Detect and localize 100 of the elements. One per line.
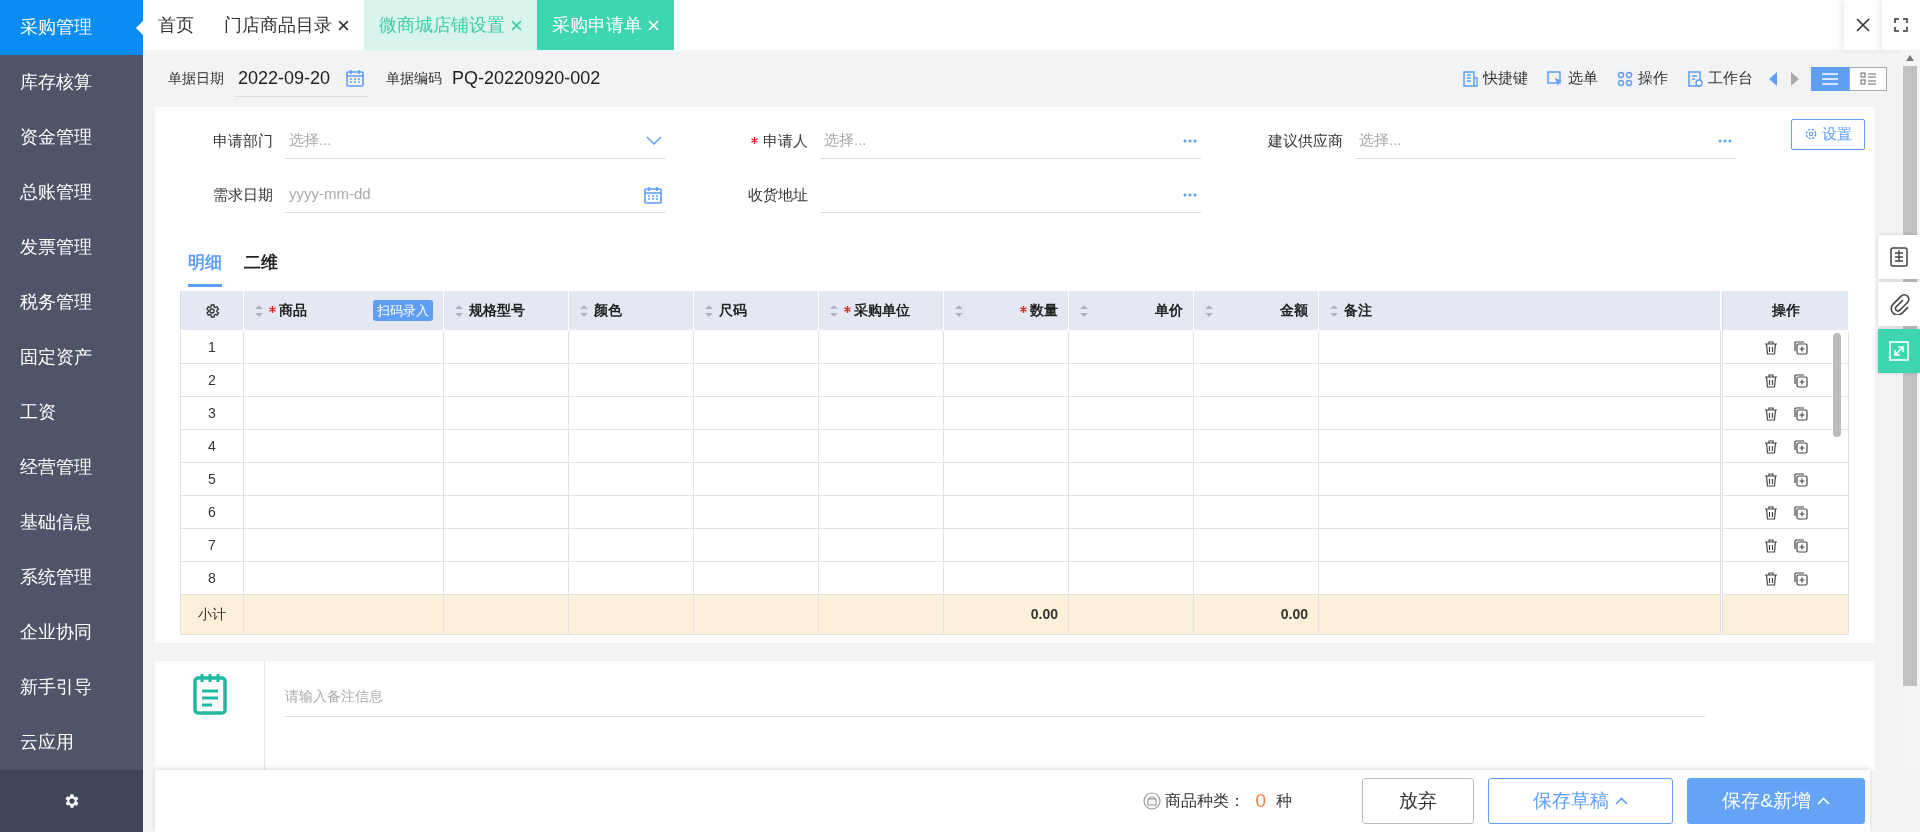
field-label: 申请人: [763, 131, 808, 149]
scrollbar-thumb[interactable]: [1833, 333, 1841, 437]
row-number: 4: [180, 429, 244, 463]
sidebar-item[interactable]: 云应用: [0, 715, 143, 770]
column-header: 尺码: [719, 302, 747, 318]
column-header: 颜色: [594, 302, 622, 318]
copy-icon[interactable]: [1792, 537, 1809, 554]
sidebar-item[interactable]: 企业协同: [0, 605, 143, 660]
chevron-down-icon[interactable]: [646, 135, 662, 146]
copy-icon[interactable]: [1792, 405, 1809, 422]
field-label: 单据编码: [386, 69, 443, 88]
delete-icon[interactable]: [1762, 537, 1779, 554]
toolbar-button[interactable]: 选单: [1542, 67, 1602, 90]
next-icon[interactable]: [1789, 70, 1801, 87]
field-label: 收货地址: [748, 185, 808, 203]
sidebar-item[interactable]: 工资: [0, 385, 143, 440]
fullscreen-icon: [1894, 18, 1908, 32]
close-icon: [1856, 18, 1870, 32]
close-icon[interactable]: [338, 19, 349, 31]
column-header: 规格型号: [469, 302, 525, 318]
list-icon: [1822, 72, 1838, 85]
count-value: 0: [1255, 788, 1266, 813]
copy-icon[interactable]: [1792, 504, 1809, 521]
document-icon: [1686, 69, 1704, 88]
paperclip-icon: [1888, 293, 1910, 315]
column-header: 金额: [1280, 302, 1308, 318]
column-header: 商品: [279, 301, 307, 318]
previous-icon[interactable]: [1767, 70, 1779, 87]
more-icon[interactable]: [1718, 138, 1732, 143]
copy-icon[interactable]: [1792, 570, 1809, 587]
column-header: 采购单位: [854, 302, 910, 318]
row-number: 1: [180, 330, 244, 364]
sidebar-item[interactable]: 经营管理: [0, 440, 143, 495]
row-number: 7: [180, 528, 244, 562]
column-header: 操作: [1722, 290, 1849, 331]
row-number: 5: [180, 462, 244, 496]
grid-icon: [1616, 69, 1634, 88]
fullscreen-button[interactable]: [1882, 0, 1920, 50]
delete-icon[interactable]: [1762, 570, 1779, 587]
sidebar-item[interactable]: 系统管理: [0, 550, 143, 605]
sidebar-item[interactable]: 库存核算: [0, 55, 143, 110]
field-label: 需求日期: [213, 185, 273, 203]
row-number: 6: [180, 495, 244, 529]
sidebar-item[interactable]: 新手引导: [0, 660, 143, 715]
discard-button[interactable]: 放弃: [1362, 778, 1474, 824]
notepad-icon: [1888, 246, 1910, 268]
delete-icon[interactable]: [1762, 471, 1779, 488]
settings-icon[interactable]: [204, 303, 220, 320]
close-button[interactable]: [1844, 0, 1882, 50]
delete-icon[interactable]: [1762, 339, 1779, 356]
row-number: 8: [180, 561, 244, 595]
list-view-button[interactable]: [1811, 66, 1849, 91]
paperclip-button[interactable]: [1878, 282, 1920, 326]
field-label: 建议供应商: [1268, 131, 1343, 149]
document-code: PQ-20220920-002: [452, 67, 601, 90]
toolbar-button[interactable]: 操作: [1612, 67, 1672, 90]
count-unit: 种: [1276, 791, 1292, 811]
cursor-icon: [1546, 69, 1564, 88]
detail-list-icon: [1860, 72, 1876, 85]
copy-icon[interactable]: [1792, 372, 1809, 389]
row-number: 2: [180, 363, 244, 397]
sidebar-item[interactable]: 资金管理: [0, 110, 143, 165]
date-field[interactable]: 2022-09-20: [234, 60, 369, 97]
toolbar-button[interactable]: 工作台: [1682, 67, 1757, 90]
subtotal-value: 0.00: [1193, 594, 1319, 635]
column-header: 数量: [1030, 302, 1058, 318]
subtotal-label: 小计: [180, 594, 244, 635]
bag-icon: [1143, 792, 1162, 810]
notepad-icon: [191, 673, 228, 715]
tab[interactable]: 二维: [244, 245, 278, 287]
calendar-icon: [346, 69, 365, 87]
more-icon[interactable]: [1183, 192, 1197, 197]
settings-icon: [1804, 127, 1818, 142]
delete-icon[interactable]: [1762, 405, 1779, 422]
field-label: 单据日期: [168, 69, 224, 88]
detail-view-button[interactable]: [1849, 66, 1887, 91]
sidebar-item[interactable]: 税务管理: [0, 275, 143, 330]
delete-icon[interactable]: [1762, 504, 1779, 521]
column-header: 单价: [1155, 302, 1183, 318]
field-label: 申请部门: [213, 131, 273, 149]
count-label: 商品种类：: [1165, 791, 1246, 811]
building-icon: [1461, 69, 1479, 88]
more-icon[interactable]: [1183, 138, 1197, 143]
subtotal-value: 0.00: [943, 594, 1069, 635]
column-header: 备注: [1344, 302, 1372, 318]
toolbar-button[interactable]: 快捷键: [1457, 67, 1532, 90]
expand-icon: [1888, 340, 1910, 362]
copy-icon[interactable]: [1792, 438, 1809, 455]
row-number: 3: [180, 396, 244, 430]
sidebar-item[interactable]: 固定资产: [0, 330, 143, 385]
sidebar-item[interactable]: 基础信息: [0, 495, 143, 550]
delete-icon[interactable]: [1762, 438, 1779, 455]
copy-icon[interactable]: [1792, 339, 1809, 356]
scroll-up-icon[interactable]: [1905, 54, 1915, 62]
calendar-icon[interactable]: [644, 185, 662, 204]
notepad-button[interactable]: [1878, 235, 1920, 279]
sidebar-item[interactable]: 发票管理: [0, 220, 143, 275]
copy-icon[interactable]: [1792, 471, 1809, 488]
delete-icon[interactable]: [1762, 372, 1779, 389]
sidebar-item[interactable]: 总账管理: [0, 165, 143, 220]
